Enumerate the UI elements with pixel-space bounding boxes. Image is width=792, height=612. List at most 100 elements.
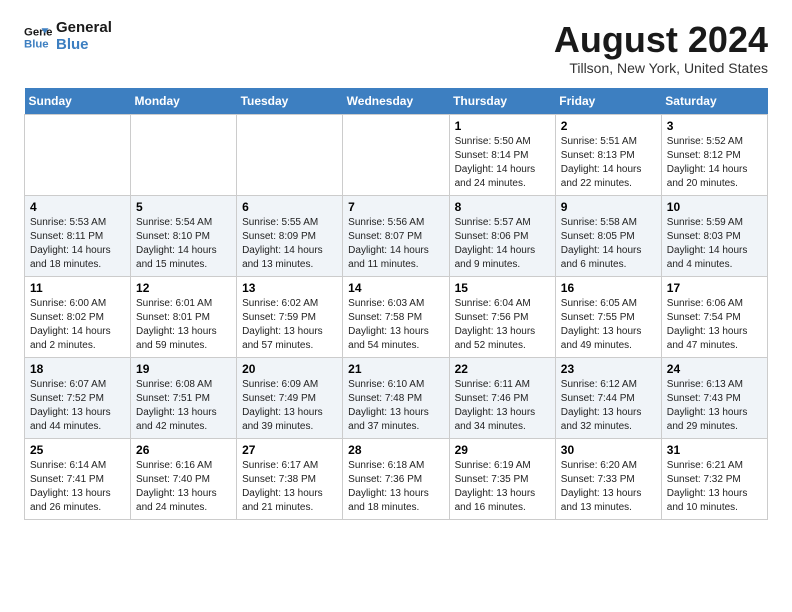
day-number: 15 (455, 281, 550, 295)
day-number: 2 (561, 119, 656, 133)
day-number: 19 (136, 362, 231, 376)
svg-text:Blue: Blue (24, 38, 49, 50)
calendar-header-row: SundayMondayTuesdayWednesdayThursdayFrid… (25, 88, 768, 115)
calendar-cell: 29 Sunrise: 6:19 AMSunset: 7:35 PMDayligh… (449, 438, 555, 519)
day-number: 10 (667, 200, 762, 214)
logo-icon: General Blue (24, 23, 52, 51)
day-number: 12 (136, 281, 231, 295)
header-friday: Friday (555, 88, 661, 115)
calendar-cell: 11 Sunrise: 6:00 AMSunset: 8:02 PMDayligh… (25, 276, 131, 357)
day-info: Sunrise: 5:51 AMSunset: 8:13 PMDaylight:… (561, 135, 656, 191)
header-thursday: Thursday (449, 88, 555, 115)
calendar-cell: 28 Sunrise: 6:18 AMSunset: 7:36 PMDayligh… (343, 438, 449, 519)
day-number: 13 (242, 281, 337, 295)
calendar-cell (237, 114, 343, 195)
calendar-cell: 14 Sunrise: 6:03 AMSunset: 7:58 PMDayligh… (343, 276, 449, 357)
day-number: 11 (30, 281, 125, 295)
day-info: Sunrise: 6:07 AMSunset: 7:52 PMDaylight:… (30, 378, 125, 434)
calendar-cell: 22 Sunrise: 6:11 AMSunset: 7:46 PMDayligh… (449, 357, 555, 438)
logo-line1: General (56, 20, 112, 37)
logo-line2: Blue (56, 37, 112, 54)
day-number: 22 (455, 362, 550, 376)
day-info: Sunrise: 5:57 AMSunset: 8:06 PMDaylight:… (455, 216, 550, 272)
day-number: 26 (136, 443, 231, 457)
calendar-cell (131, 114, 237, 195)
day-number: 30 (561, 443, 656, 457)
day-info: Sunrise: 6:11 AMSunset: 7:46 PMDaylight:… (455, 378, 550, 434)
calendar-cell: 25 Sunrise: 6:14 AMSunset: 7:41 PMDayligh… (25, 438, 131, 519)
calendar-cell: 5 Sunrise: 5:54 AMSunset: 8:10 PMDaylight… (131, 195, 237, 276)
calendar-week-row: 18 Sunrise: 6:07 AMSunset: 7:52 PMDayligh… (25, 357, 768, 438)
calendar-week-row: 4 Sunrise: 5:53 AMSunset: 8:11 PMDaylight… (25, 195, 768, 276)
day-number: 29 (455, 443, 550, 457)
day-info: Sunrise: 5:52 AMSunset: 8:12 PMDaylight:… (667, 135, 762, 191)
day-number: 9 (561, 200, 656, 214)
header-monday: Monday (131, 88, 237, 115)
calendar-cell (25, 114, 131, 195)
calendar-cell: 10 Sunrise: 5:59 AMSunset: 8:03 PMDayligh… (661, 195, 767, 276)
calendar-cell: 18 Sunrise: 6:07 AMSunset: 7:52 PMDayligh… (25, 357, 131, 438)
calendar-week-row: 1 Sunrise: 5:50 AMSunset: 8:14 PMDaylight… (25, 114, 768, 195)
header-saturday: Saturday (661, 88, 767, 115)
day-number: 28 (348, 443, 443, 457)
calendar-cell: 23Sunrise: 6:12 AMSunset: 7:44 PMDayligh… (555, 357, 661, 438)
day-info: Sunrise: 6:02 AMSunset: 7:59 PMDaylight:… (242, 297, 337, 353)
calendar-table: SundayMondayTuesdayWednesdayThursdayFrid… (24, 88, 768, 520)
day-number: 4 (30, 200, 125, 214)
day-number: 25 (30, 443, 125, 457)
day-info: Sunrise: 5:54 AMSunset: 8:10 PMDaylight:… (136, 216, 231, 272)
header-sunday: Sunday (25, 88, 131, 115)
day-info: Sunrise: 6:03 AMSunset: 7:58 PMDaylight:… (348, 297, 443, 353)
day-info: Sunrise: 6:04 AMSunset: 7:56 PMDaylight:… (455, 297, 550, 353)
calendar-cell: 12 Sunrise: 6:01 AMSunset: 8:01 PMDayligh… (131, 276, 237, 357)
calendar-cell: 8 Sunrise: 5:57 AMSunset: 8:06 PMDaylight… (449, 195, 555, 276)
calendar-cell: 9Sunrise: 5:58 AMSunset: 8:05 PMDaylight… (555, 195, 661, 276)
day-number: 21 (348, 362, 443, 376)
day-number: 17 (667, 281, 762, 295)
day-number: 18 (30, 362, 125, 376)
page-header: General Blue General Blue August 2024 Ti… (24, 20, 768, 76)
day-info: Sunrise: 6:05 AMSunset: 7:55 PMDaylight:… (561, 297, 656, 353)
calendar-week-row: 11 Sunrise: 6:00 AMSunset: 8:02 PMDayligh… (25, 276, 768, 357)
day-info: Sunrise: 6:18 AMSunset: 7:36 PMDaylight:… (348, 459, 443, 515)
calendar-cell: 7 Sunrise: 5:56 AMSunset: 8:07 PMDaylight… (343, 195, 449, 276)
day-info: Sunrise: 6:19 AMSunset: 7:35 PMDaylight:… (455, 459, 550, 515)
calendar-cell: 24Sunrise: 6:13 AMSunset: 7:43 PMDayligh… (661, 357, 767, 438)
calendar-cell: 6Sunrise: 5:55 AMSunset: 8:09 PMDaylight… (237, 195, 343, 276)
day-number: 8 (455, 200, 550, 214)
day-number: 16 (561, 281, 656, 295)
day-info: Sunrise: 5:53 AMSunset: 8:11 PMDaylight:… (30, 216, 125, 272)
day-info: Sunrise: 5:56 AMSunset: 8:07 PMDaylight:… (348, 216, 443, 272)
calendar-cell: 15 Sunrise: 6:04 AMSunset: 7:56 PMDayligh… (449, 276, 555, 357)
calendar-cell: 1 Sunrise: 5:50 AMSunset: 8:14 PMDaylight… (449, 114, 555, 195)
day-number: 20 (242, 362, 337, 376)
logo: General Blue General Blue (24, 20, 112, 53)
header-tuesday: Tuesday (237, 88, 343, 115)
day-number: 3 (667, 119, 762, 133)
day-info: Sunrise: 6:16 AMSunset: 7:40 PMDaylight:… (136, 459, 231, 515)
day-info: Sunrise: 5:50 AMSunset: 8:14 PMDaylight:… (455, 135, 550, 191)
day-number: 7 (348, 200, 443, 214)
day-info: Sunrise: 5:59 AMSunset: 8:03 PMDaylight:… (667, 216, 762, 272)
day-info: Sunrise: 6:21 AMSunset: 7:32 PMDaylight:… (667, 459, 762, 515)
day-number: 31 (667, 443, 762, 457)
day-info: Sunrise: 6:13 AMSunset: 7:43 PMDaylight:… (667, 378, 762, 434)
day-number: 27 (242, 443, 337, 457)
calendar-cell (343, 114, 449, 195)
day-info: Sunrise: 6:10 AMSunset: 7:48 PMDaylight:… (348, 378, 443, 434)
calendar-cell: 20Sunrise: 6:09 AMSunset: 7:49 PMDayligh… (237, 357, 343, 438)
calendar-cell: 21 Sunrise: 6:10 AMSunset: 7:48 PMDayligh… (343, 357, 449, 438)
calendar-cell: 16 Sunrise: 6:05 AMSunset: 7:55 PMDayligh… (555, 276, 661, 357)
calendar-cell: 13 Sunrise: 6:02 AMSunset: 7:59 PMDayligh… (237, 276, 343, 357)
day-info: Sunrise: 6:06 AMSunset: 7:54 PMDaylight:… (667, 297, 762, 353)
day-number: 5 (136, 200, 231, 214)
day-info: Sunrise: 6:00 AMSunset: 8:02 PMDaylight:… (30, 297, 125, 353)
calendar-cell: 31 Sunrise: 6:21 AMSunset: 7:32 PMDayligh… (661, 438, 767, 519)
day-number: 23 (561, 362, 656, 376)
day-info: Sunrise: 6:01 AMSunset: 8:01 PMDaylight:… (136, 297, 231, 353)
day-number: 6 (242, 200, 337, 214)
calendar-week-row: 25 Sunrise: 6:14 AMSunset: 7:41 PMDayligh… (25, 438, 768, 519)
day-info: Sunrise: 6:14 AMSunset: 7:41 PMDaylight:… (30, 459, 125, 515)
day-number: 1 (455, 119, 550, 133)
day-number: 14 (348, 281, 443, 295)
